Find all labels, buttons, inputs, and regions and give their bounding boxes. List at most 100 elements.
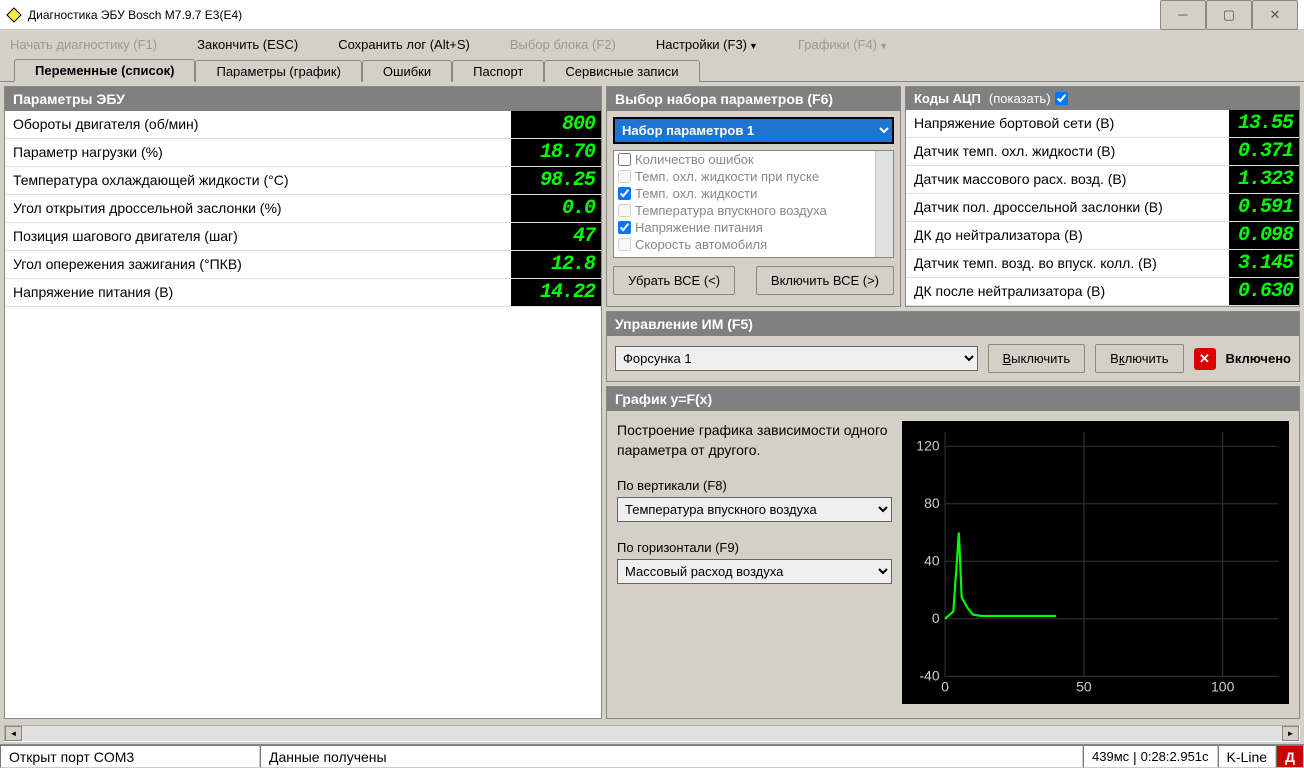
adc-row[interactable]: Датчик темп. охл. жидкости (В)0.371 bbox=[906, 138, 1299, 166]
param-value: 0.0 bbox=[511, 195, 601, 222]
check-box[interactable] bbox=[618, 170, 631, 183]
check-item[interactable]: Темп. охл. жидкости bbox=[614, 185, 893, 202]
im-off-button[interactable]: Выключить bbox=[988, 344, 1086, 373]
check-item[interactable]: Напряжение питания bbox=[614, 219, 893, 236]
param-set-select[interactable]: Набор параметров 1 bbox=[613, 117, 894, 144]
param-set-header: Выбор набора параметров (F6) bbox=[607, 87, 900, 111]
check-box[interactable] bbox=[618, 153, 631, 166]
adc-panel: Коды АЦП (показать) Напряжение бортовой … bbox=[905, 86, 1300, 307]
adc-value: 0.630 bbox=[1229, 278, 1299, 305]
graph-x-select[interactable]: Массовый расход воздуха bbox=[617, 559, 892, 584]
adc-value: 3.145 bbox=[1229, 250, 1299, 277]
im-on-button[interactable]: Включить bbox=[1095, 344, 1183, 373]
add-all-button[interactable]: Включить ВСЕ (>) bbox=[756, 266, 894, 295]
param-value: 12.8 bbox=[511, 251, 601, 278]
window-title: Диагностика ЭБУ Bosch M7.9.7 E3(E4) bbox=[28, 8, 1160, 22]
h-scrollbar[interactable]: ◄ ► bbox=[4, 725, 1300, 742]
graph-panel: График y=F(x) Построение графика зависим… bbox=[606, 386, 1300, 719]
tab-passport[interactable]: Паспорт bbox=[452, 60, 544, 82]
graph-plot: -4004080120050100 bbox=[902, 421, 1289, 704]
adc-row[interactable]: Датчик пол. дроссельной заслонки (В)0.59… bbox=[906, 194, 1299, 222]
param-checks[interactable]: Количество ошибок Темп. охл. жидкости при… bbox=[613, 150, 894, 258]
statusbar: Открыт порт COM3 Данные получены 439мс |… bbox=[0, 744, 1304, 768]
finish-button[interactable]: Закончить (ESC) bbox=[197, 37, 298, 52]
param-set-panel: Выбор набора параметров (F6) Набор парам… bbox=[606, 86, 901, 307]
param-set-select-wrap: Набор параметров 1 bbox=[613, 117, 894, 144]
param-row[interactable]: Напряжение питания (В)14.22 bbox=[5, 279, 601, 307]
minimize-button[interactable]: ─ bbox=[1160, 0, 1206, 30]
im-select[interactable]: Форсунка 1 bbox=[615, 346, 978, 371]
check-item[interactable]: Температура впускного воздуха bbox=[614, 202, 893, 219]
graph-header: График y=F(x) bbox=[607, 387, 1299, 411]
start-diag-button[interactable]: Начать диагностику (F1) bbox=[10, 37, 157, 52]
param-row[interactable]: Температура охлаждающей жидкости (°C)98.… bbox=[5, 167, 601, 195]
svg-text:0: 0 bbox=[932, 610, 940, 626]
tab-errors[interactable]: Ошибки bbox=[362, 60, 452, 82]
check-box[interactable] bbox=[618, 238, 631, 251]
param-row[interactable]: Обороты двигателя (об/мин)800 bbox=[5, 111, 601, 139]
param-row[interactable]: Позиция шагового двигателя (шаг)47 bbox=[5, 223, 601, 251]
im-panel: Управление ИМ (F5) Форсунка 1 Выключить … bbox=[606, 311, 1300, 382]
status-d: Д bbox=[1276, 745, 1304, 768]
save-log-button[interactable]: Сохранить лог (Alt+S) bbox=[338, 37, 470, 52]
app-icon bbox=[6, 7, 22, 23]
check-label: Количество ошибок bbox=[635, 152, 754, 167]
check-item[interactable]: Скорость автомобиля bbox=[614, 236, 893, 253]
scroll-right-icon[interactable]: ► bbox=[1282, 726, 1299, 741]
graph-desc: Построение графика зависимости одного па… bbox=[617, 421, 892, 460]
check-label: Темп. охл. жидкости bbox=[635, 186, 757, 201]
im-close-icon[interactable]: ✕ bbox=[1194, 348, 1216, 370]
adc-row[interactable]: Напряжение бортовой сети (В)13.55 bbox=[906, 110, 1299, 138]
adc-label: ДК до нейтрализатора (В) bbox=[906, 222, 1229, 249]
adc-label: Датчик пол. дроссельной заслонки (В) bbox=[906, 194, 1229, 221]
param-row[interactable]: Угол опережения зажигания (°ПКВ)12.8 bbox=[5, 251, 601, 279]
tab-service[interactable]: Сервисные записи bbox=[544, 60, 699, 82]
check-label: Напряжение питания bbox=[635, 220, 763, 235]
check-box[interactable] bbox=[618, 221, 631, 234]
ecu-params-header: Параметры ЭБУ bbox=[5, 87, 601, 111]
status-kline: K-Line bbox=[1218, 745, 1276, 768]
tab-params-graph[interactable]: Параметры (график) bbox=[195, 60, 361, 82]
param-row[interactable]: Угол открытия дроссельной заслонки (%)0.… bbox=[5, 195, 601, 223]
maximize-button[interactable]: ▢ bbox=[1206, 0, 1252, 30]
close-button[interactable]: ✕ bbox=[1252, 0, 1298, 30]
check-item[interactable]: Количество ошибок bbox=[614, 151, 893, 168]
adc-show-checkbox[interactable] bbox=[1055, 92, 1068, 105]
adc-row[interactable]: ДК после нейтрализатора (В)0.630 bbox=[906, 278, 1299, 306]
check-label: Темп. охл. жидкости при пуске bbox=[635, 169, 819, 184]
param-row[interactable]: Параметр нагрузки (%)18.70 bbox=[5, 139, 601, 167]
param-label: Позиция шагового двигателя (шаг) bbox=[5, 223, 511, 250]
check-label: Скорость автомобиля bbox=[635, 237, 767, 252]
settings-button[interactable]: Настройки (F3)▼ bbox=[656, 37, 758, 52]
toolbar: Начать диагностику (F1) Закончить (ESC) … bbox=[0, 30, 1304, 58]
adc-header: Коды АЦП (показать) bbox=[906, 87, 1299, 110]
remove-all-button[interactable]: Убрать ВСЕ (<) bbox=[613, 266, 735, 295]
graph-y-select[interactable]: Температура впускного воздуха bbox=[617, 497, 892, 522]
adc-row[interactable]: Датчик массового расх. возд. (В)1.323 bbox=[906, 166, 1299, 194]
graph-y-label: По вертикали (F8) bbox=[617, 478, 892, 493]
param-value: 47 bbox=[511, 223, 601, 250]
svg-text:-40: -40 bbox=[919, 668, 939, 684]
adc-value: 0.098 bbox=[1229, 222, 1299, 249]
adc-list: Напряжение бортовой сети (В)13.55Датчик … bbox=[906, 110, 1299, 306]
check-box[interactable] bbox=[618, 204, 631, 217]
adc-show-label: (показать) bbox=[989, 91, 1051, 106]
check-box[interactable] bbox=[618, 187, 631, 200]
param-value: 800 bbox=[511, 111, 601, 138]
block-select-button[interactable]: Выбор блока (F2) bbox=[510, 37, 616, 52]
param-value: 18.70 bbox=[511, 139, 601, 166]
ecu-params-panel: Параметры ЭБУ Обороты двигателя (об/мин)… bbox=[4, 86, 602, 719]
scroll-left-icon[interactable]: ◄ bbox=[5, 726, 22, 741]
charts-button[interactable]: Графики (F4)▼ bbox=[798, 37, 888, 52]
svg-text:50: 50 bbox=[1076, 678, 1092, 694]
titlebar: Диагностика ЭБУ Bosch M7.9.7 E3(E4) ─ ▢ … bbox=[0, 0, 1304, 30]
adc-row[interactable]: ДК до нейтрализатора (В)0.098 bbox=[906, 222, 1299, 250]
check-item[interactable]: Темп. охл. жидкости при пуске bbox=[614, 168, 893, 185]
param-label: Обороты двигателя (об/мин) bbox=[5, 111, 511, 138]
adc-row[interactable]: Датчик темп. возд. во впуск. колл. (В)3.… bbox=[906, 250, 1299, 278]
tab-variables[interactable]: Переменные (список) bbox=[14, 59, 195, 82]
adc-value: 0.371 bbox=[1229, 138, 1299, 165]
param-label: Угол опережения зажигания (°ПКВ) bbox=[5, 251, 511, 278]
adc-label: Датчик темп. возд. во впуск. колл. (В) bbox=[906, 250, 1229, 277]
adc-value: 0.591 bbox=[1229, 194, 1299, 221]
